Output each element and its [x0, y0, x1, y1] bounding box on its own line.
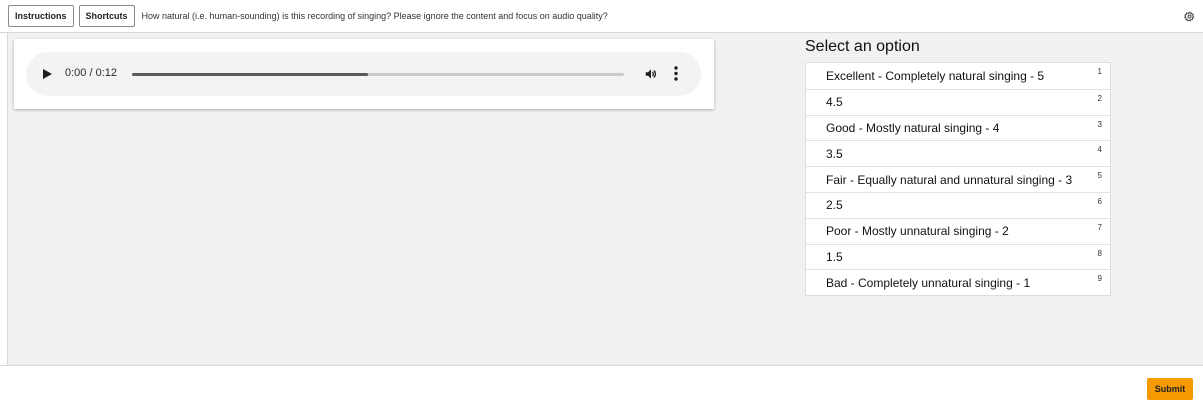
- options-list: Excellent - Completely natural singing -…: [805, 62, 1111, 297]
- option-shortcut-key: 2: [1097, 93, 1102, 103]
- option-label: Excellent - Completely natural singing -…: [826, 68, 1045, 83]
- option-label: Fair - Equally natural and unnatural sin…: [826, 172, 1073, 187]
- option-label: Bad - Completely unnatural singing - 1: [826, 275, 1031, 290]
- option-shortcut-key: 3: [1097, 119, 1102, 129]
- option-shortcut-key: 1: [1097, 67, 1102, 76]
- top-toolbar: Instructions Shortcuts How natural (i.e.…: [0, 0, 1203, 33]
- progress-buffered: [132, 73, 369, 76]
- option-row[interactable]: 1.5 8: [806, 243, 1110, 270]
- submit-button[interactable]: Submit: [1147, 378, 1193, 400]
- volume-icon[interactable]: [644, 67, 658, 81]
- instructions-button[interactable]: Instructions: [8, 5, 74, 27]
- option-label: Good - Mostly natural singing - 4: [826, 120, 1000, 135]
- playback-time: 0:00 / 0:12: [65, 67, 117, 79]
- option-label: 4.5: [826, 95, 843, 110]
- footer-bar: Submit: [0, 365, 1203, 414]
- more-vert-icon[interactable]: [674, 66, 678, 81]
- workspace: 0:00 / 0:12 Select an option Excellent -…: [7, 33, 1203, 365]
- task-question: How natural (i.e. human-sounding) is thi…: [141, 11, 608, 21]
- shortcuts-button[interactable]: Shortcuts: [78, 5, 135, 27]
- audio-player[interactable]: 0:00 / 0:12: [26, 52, 701, 96]
- audio-card: 0:00 / 0:12: [14, 39, 714, 109]
- option-label: 2.5: [826, 198, 843, 213]
- option-row[interactable]: Fair - Equally natural and unnatural sin…: [806, 166, 1110, 192]
- option-row[interactable]: 2.5 6: [806, 191, 1110, 218]
- options-title: Select an option: [805, 38, 920, 55]
- option-shortcut-key: 7: [1097, 222, 1102, 232]
- option-label: 3.5: [826, 146, 843, 161]
- option-label: Poor - Mostly unnatural singing - 2: [826, 224, 1009, 239]
- play-icon[interactable]: [43, 69, 52, 79]
- gear-icon[interactable]: [1184, 11, 1195, 22]
- option-row[interactable]: Bad - Completely unnatural singing - 1 9: [806, 269, 1110, 295]
- option-shortcut-key: 6: [1097, 196, 1102, 206]
- option-label: 1.5: [826, 249, 843, 264]
- option-shortcut-key: 5: [1097, 171, 1102, 181]
- option-row[interactable]: 4.5 2: [806, 88, 1110, 115]
- option-shortcut-key: 9: [1097, 274, 1102, 284]
- option-row[interactable]: Excellent - Completely natural singing -…: [806, 63, 1110, 89]
- option-row[interactable]: Good - Mostly natural singing - 4 3: [806, 114, 1110, 141]
- option-shortcut-key: 4: [1097, 145, 1102, 155]
- option-row[interactable]: Poor - Mostly unnatural singing - 2 7: [806, 217, 1110, 244]
- option-row[interactable]: 3.5 4: [806, 140, 1110, 166]
- option-shortcut-key: 8: [1097, 248, 1102, 258]
- progress-track[interactable]: [132, 73, 624, 76]
